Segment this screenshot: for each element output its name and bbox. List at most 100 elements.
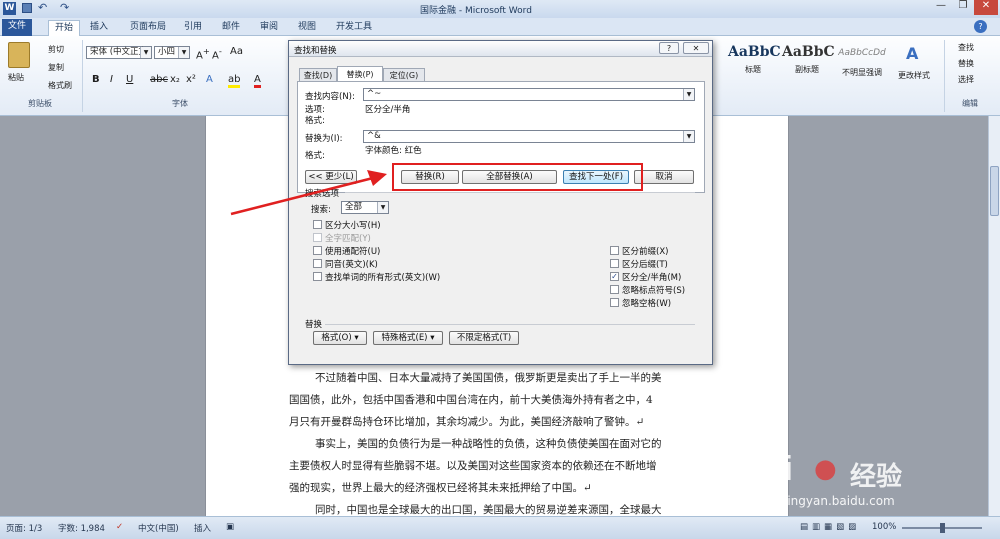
change-styles-icon[interactable]: A — [906, 44, 918, 63]
ignore-whitespace-checkbox[interactable] — [610, 298, 619, 307]
highlight-icon[interactable]: ab — [228, 74, 241, 88]
dialog-close-icon[interactable]: ✕ — [683, 42, 709, 54]
match-suffix-checkbox[interactable] — [610, 259, 619, 268]
font-color-icon[interactable]: A — [254, 74, 261, 88]
font-size-combo[interactable]: 小四 ▼ — [154, 46, 190, 59]
watermark-brand-2: 经验 — [850, 462, 903, 492]
word-count[interactable]: 字数: 1,984 — [58, 522, 105, 534]
proofing-icon[interactable]: ✓ — [116, 522, 123, 532]
insert-mode[interactable]: 插入 — [194, 522, 211, 534]
format-menu-button[interactable]: 格式(O) ▾ — [313, 331, 367, 345]
tab-view[interactable]: 视图 — [292, 20, 322, 36]
change-case-icon[interactable]: Aa — [230, 46, 243, 57]
zoom-level[interactable]: 100% — [872, 522, 896, 532]
ignore-punctuation-checkbox[interactable] — [610, 285, 619, 294]
redo-icon[interactable]: ↷ — [60, 1, 69, 14]
tab-page-layout[interactable]: 页面布局 — [124, 20, 172, 36]
style-item-subtle-emphasis[interactable]: AaBbCcDd 不明显强调 — [834, 48, 890, 78]
replace-with-input[interactable]: ^& ▼ — [363, 130, 695, 143]
zoom-slider[interactable] — [902, 523, 982, 533]
change-styles-button[interactable]: 更改样式 — [898, 70, 930, 81]
cut-button[interactable]: 剪切 — [48, 44, 64, 55]
tab-insert[interactable]: 插入 — [84, 20, 114, 36]
shrink-font-icon[interactable]: A- — [212, 46, 222, 61]
style-item-title[interactable]: AaBbC 标题 — [728, 44, 781, 75]
doc-line[interactable]: 主要债权人时显得有些脆弱不堪。以及美国对这些国家资本的依赖还在不断地增 — [289, 455, 657, 477]
match-case-checkbox[interactable] — [313, 220, 322, 229]
macro-icon[interactable]: ▣ — [226, 522, 234, 532]
style-label: 标题 — [745, 65, 761, 74]
baidu-watermark: Bai ● 经验 jingyan.baidu.com — [740, 450, 990, 514]
style-preview: AaBbCcDd — [838, 48, 886, 58]
chevron-down-icon: ▼ — [140, 47, 151, 58]
minimize-icon[interactable]: — — [930, 0, 952, 15]
replace-button-ribbon[interactable]: 替换 — [958, 58, 974, 69]
doc-line[interactable]: 事实上，美国的负债行为是一种战略性的负债，这种负债使美国在面对它的 — [315, 433, 662, 455]
doc-line[interactable]: 同时，中国也是全球最大的出口国，美国最大的贸易逆差来源国，全球最大 — [315, 499, 662, 516]
copy-button[interactable]: 复制 — [48, 62, 64, 73]
doc-line[interactable]: 国国债，此外，包括中国香港和中国台湾在内，前十大美债海外持有者之中，4 — [289, 389, 653, 411]
tab-mailings[interactable]: 邮件 — [216, 20, 246, 36]
special-menu-button[interactable]: 特殊格式(E) ▾ — [373, 331, 443, 345]
replace-with-value: ^& — [367, 131, 381, 141]
paste-button[interactable]: 粘贴 — [8, 72, 24, 83]
subscript-icon[interactable]: x₂ — [170, 74, 180, 85]
tab-goto[interactable]: 定位(G) — [383, 68, 425, 82]
ignore-punctuation-label: 忽略标点符号(S) — [622, 286, 686, 296]
doc-line[interactable]: 强的现实，世界上最大的经济强权已经将其未来抵押给了中国。↵ — [289, 477, 592, 499]
find-what-input[interactable]: ^~ ▼ — [363, 88, 695, 101]
font-name-combo[interactable]: 宋体 (中文正文) ▼ — [86, 46, 152, 59]
undo-icon[interactable]: ↶ — [38, 1, 47, 14]
save-icon[interactable] — [22, 3, 32, 13]
replace-with-label: 替换为(I): — [305, 134, 343, 144]
match-width-checkbox[interactable]: ✓ — [610, 272, 619, 281]
font-size-value: 小四 — [158, 47, 176, 57]
text-effects-icon[interactable]: A — [206, 74, 213, 85]
paste-icon[interactable] — [8, 42, 30, 68]
grow-font-icon[interactable]: A+ — [196, 46, 210, 61]
doc-line[interactable]: 月只有开曼群岛持仓环比增加，其余均减少。为此，美国经济敲响了警钟。↵ — [289, 411, 644, 433]
restore-icon[interactable]: ❐ — [952, 0, 974, 15]
superscript-icon[interactable]: x² — [186, 74, 196, 85]
wildcards-label: 使用通配符(U) — [325, 247, 381, 257]
word-icon[interactable]: W — [3, 2, 16, 15]
scroll-thumb[interactable] — [990, 166, 999, 216]
bold-icon[interactable]: B — [92, 74, 100, 85]
tab-references[interactable]: 引用 — [178, 20, 208, 36]
match-prefix-checkbox[interactable] — [610, 246, 619, 255]
tab-file[interactable]: 文件 — [2, 19, 33, 36]
chevron-down-icon: ▼ — [683, 131, 694, 142]
match-width-label: 区分全/半角(M) — [622, 273, 682, 283]
whole-word-checkbox[interactable] — [313, 233, 322, 242]
find-what-label: 查找内容(N): — [305, 92, 355, 102]
view-buttons[interactable]: ▤▥▦▧▨ — [800, 522, 860, 532]
tab-home[interactable]: 开始 — [48, 20, 81, 36]
tab-find[interactable]: 查找(D) — [299, 68, 337, 82]
all-word-forms-checkbox[interactable] — [313, 272, 322, 281]
italic-icon[interactable]: I — [110, 74, 113, 85]
underline-icon[interactable]: U — [126, 74, 133, 85]
strikethrough-icon[interactable]: abc — [150, 74, 168, 85]
zoom-thumb[interactable] — [940, 523, 945, 533]
page-count[interactable]: 页面: 1/3 — [6, 522, 42, 534]
help-icon[interactable]: ? — [974, 20, 987, 33]
sounds-like-checkbox[interactable] — [313, 259, 322, 268]
wildcards-checkbox[interactable] — [313, 246, 322, 255]
all-word-forms-label: 查找单词的所有形式(英文)(W) — [325, 273, 441, 283]
close-window-icon[interactable]: ✕ — [974, 0, 998, 15]
search-options-divider — [345, 192, 695, 193]
find-button[interactable]: 查找 — [958, 42, 974, 53]
no-formatting-button[interactable]: 不限定格式(T) — [449, 331, 519, 345]
dialog-help-icon[interactable]: ? — [659, 42, 679, 54]
language-status[interactable]: 中文(中国) — [138, 522, 179, 534]
doc-line[interactable]: 不过随着中国、日本大量减持了美国国债，俄罗斯更是卖出了手上一半的美 — [315, 367, 662, 389]
tab-replace[interactable]: 替换(P) — [337, 66, 383, 82]
arrow-head — [367, 170, 387, 186]
style-item-subtitle[interactable]: AaBbC 副标题 — [782, 44, 835, 75]
tab-developer[interactable]: 开发工具 — [330, 20, 378, 36]
cancel-button[interactable]: 取消 — [634, 170, 694, 184]
tab-review[interactable]: 审阅 — [254, 20, 284, 36]
format-painter-button[interactable]: 格式刷 — [48, 80, 72, 91]
dialog-title-bar[interactable]: 查找和替换 ? ✕ — [289, 41, 712, 57]
select-button[interactable]: 选择 — [958, 74, 974, 85]
